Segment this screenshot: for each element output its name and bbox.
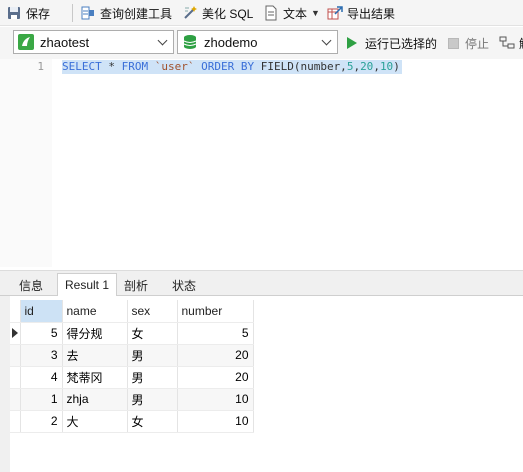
stop-icon [448,37,459,49]
cell-name[interactable]: 梵蒂冈 [62,366,128,389]
cell-sex[interactable]: 女 [127,410,178,433]
column-header-sex[interactable]: sex [127,300,178,323]
tab-info[interactable]: 信息 [12,274,50,296]
query-builder-icon [80,5,96,21]
database-select[interactable]: zhodemo [177,30,338,54]
cell-sex[interactable]: 男 [127,366,178,389]
tab-info-label: 信息 [19,278,44,293]
text-menu-button[interactable]: 文本 ▼ [263,4,320,22]
column-header-name[interactable]: name [62,300,128,323]
beautify-sql-button[interactable]: 美化 SQL [182,4,253,22]
beautify-sql-label: 美化 SQL [202,6,254,21]
dropdown-caret-icon: ▼ [311,8,320,18]
cell-sex[interactable]: 女 [127,322,178,345]
cell-name[interactable]: zhja [62,388,128,411]
explain-label: 解 [519,35,523,52]
connection-value: zhaotest [40,34,90,50]
explain-button[interactable]: 解 [499,34,523,52]
cell-number[interactable]: 20 [177,366,254,389]
table-row[interactable]: 2 大 女 10 [10,410,254,433]
cell-number[interactable]: 10 [177,410,254,433]
cell-id[interactable]: 3 [20,344,63,367]
save-button[interactable]: 保存 [6,4,50,22]
main-toolbar: 保存 查询创建工具 美化 SQL 文本 ▼ 导出结果 [0,0,523,26]
stop-label: 停止 [465,36,490,51]
run-selected-label: 运行已选择的 [365,36,438,51]
table-row[interactable]: 3 去 男 20 [10,344,254,367]
explain-icon [499,35,515,51]
column-header-number[interactable]: number [177,300,254,323]
sql-editor[interactable]: 1 SELECT * FROM `user` ORDER BY FIELD(nu… [0,59,523,267]
sql-token: * [101,60,122,73]
connection-select[interactable]: zhaotest [13,30,174,54]
cell-id[interactable]: 1 [20,388,63,411]
sql-token: ) [393,60,400,73]
database-icon [182,34,198,50]
document-icon [263,5,279,21]
tab-profile-label: 剖析 [124,278,149,293]
column-header-id[interactable]: id [20,300,63,323]
result-grid-panel: id name sex number 5 得分规 女 5 3 去 男 20 4 … [0,296,523,472]
grid-left-margin [0,296,10,472]
sql-token: FIELD(number, [254,60,347,73]
export-results-label: 导出结果 [347,6,396,21]
tab-status-label: 状态 [172,278,197,293]
cell-number[interactable]: 5 [177,322,254,345]
cell-name[interactable]: 得分规 [62,322,128,345]
line-number-gutter: 1 [0,59,52,267]
tab-status[interactable]: 状态 [165,274,203,296]
sql-token: SELECT [62,60,102,73]
line-number: 1 [37,60,44,73]
row-indicator-header [10,300,21,323]
cell-name[interactable]: 大 [62,410,128,433]
cell-number[interactable]: 10 [177,388,254,411]
database-value: zhodemo [204,34,258,50]
row-indicator[interactable] [10,366,21,389]
tab-result-1-label: Result 1 [65,278,110,292]
query-builder-label: 查询创建工具 [100,6,173,21]
cell-number[interactable]: 20 [177,344,254,367]
row-indicator[interactable] [10,344,21,367]
run-selected-button[interactable]: 运行已选择的 [347,34,437,52]
sql-token: ORDER BY [201,60,255,73]
table-row[interactable]: 1 zhja 男 10 [10,388,254,411]
save-icon [6,5,22,21]
table-row[interactable]: 4 梵蒂冈 男 20 [10,366,254,389]
sql-token: 10 [379,60,394,73]
toolbar-divider [72,4,73,22]
query-builder-button[interactable]: 查询创建工具 [80,4,172,22]
cell-sex[interactable]: 男 [127,344,178,367]
row-indicator[interactable] [10,410,21,433]
tab-result-1[interactable]: Result 1 [57,273,118,297]
export-results-button[interactable]: 导出结果 [327,4,395,22]
result-tabs: 信息 Result 1 剖析 状态 [0,270,523,297]
export-icon [327,5,343,21]
row-indicator[interactable] [10,388,21,411]
result-table: id name sex number 5 得分规 女 5 3 去 男 20 4 … [10,300,254,433]
sql-token: , [373,60,380,73]
save-label: 保存 [26,6,51,21]
text-menu-label: 文本 [283,6,308,21]
cell-sex[interactable]: 男 [127,388,178,411]
tab-profile[interactable]: 剖析 [117,274,155,296]
sql-token: FROM [121,60,149,73]
chevron-down-icon[interactable] [319,34,335,50]
sql-token: `user` [148,60,202,73]
magic-wand-icon [182,5,198,21]
sql-code-line[interactable]: SELECT * FROM `user` ORDER BY FIELD(numb… [62,60,402,74]
cell-id[interactable]: 2 [20,410,63,433]
sql-token: 20 [360,60,374,73]
cell-name[interactable]: 去 [62,344,128,367]
table-row[interactable]: 5 得分规 女 5 [10,322,254,345]
stop-button[interactable]: 停止 [448,34,489,52]
cell-id[interactable]: 5 [20,322,63,345]
header-row: id name sex number [10,300,254,323]
play-icon [347,37,357,49]
connection-selector-row: zhaotest zhodemo 运行已选择的 停止 解 [0,27,523,59]
row-indicator[interactable] [10,322,21,345]
chevron-down-icon[interactable] [155,34,171,50]
connection-icon [18,34,34,50]
cell-id[interactable]: 4 [20,366,63,389]
